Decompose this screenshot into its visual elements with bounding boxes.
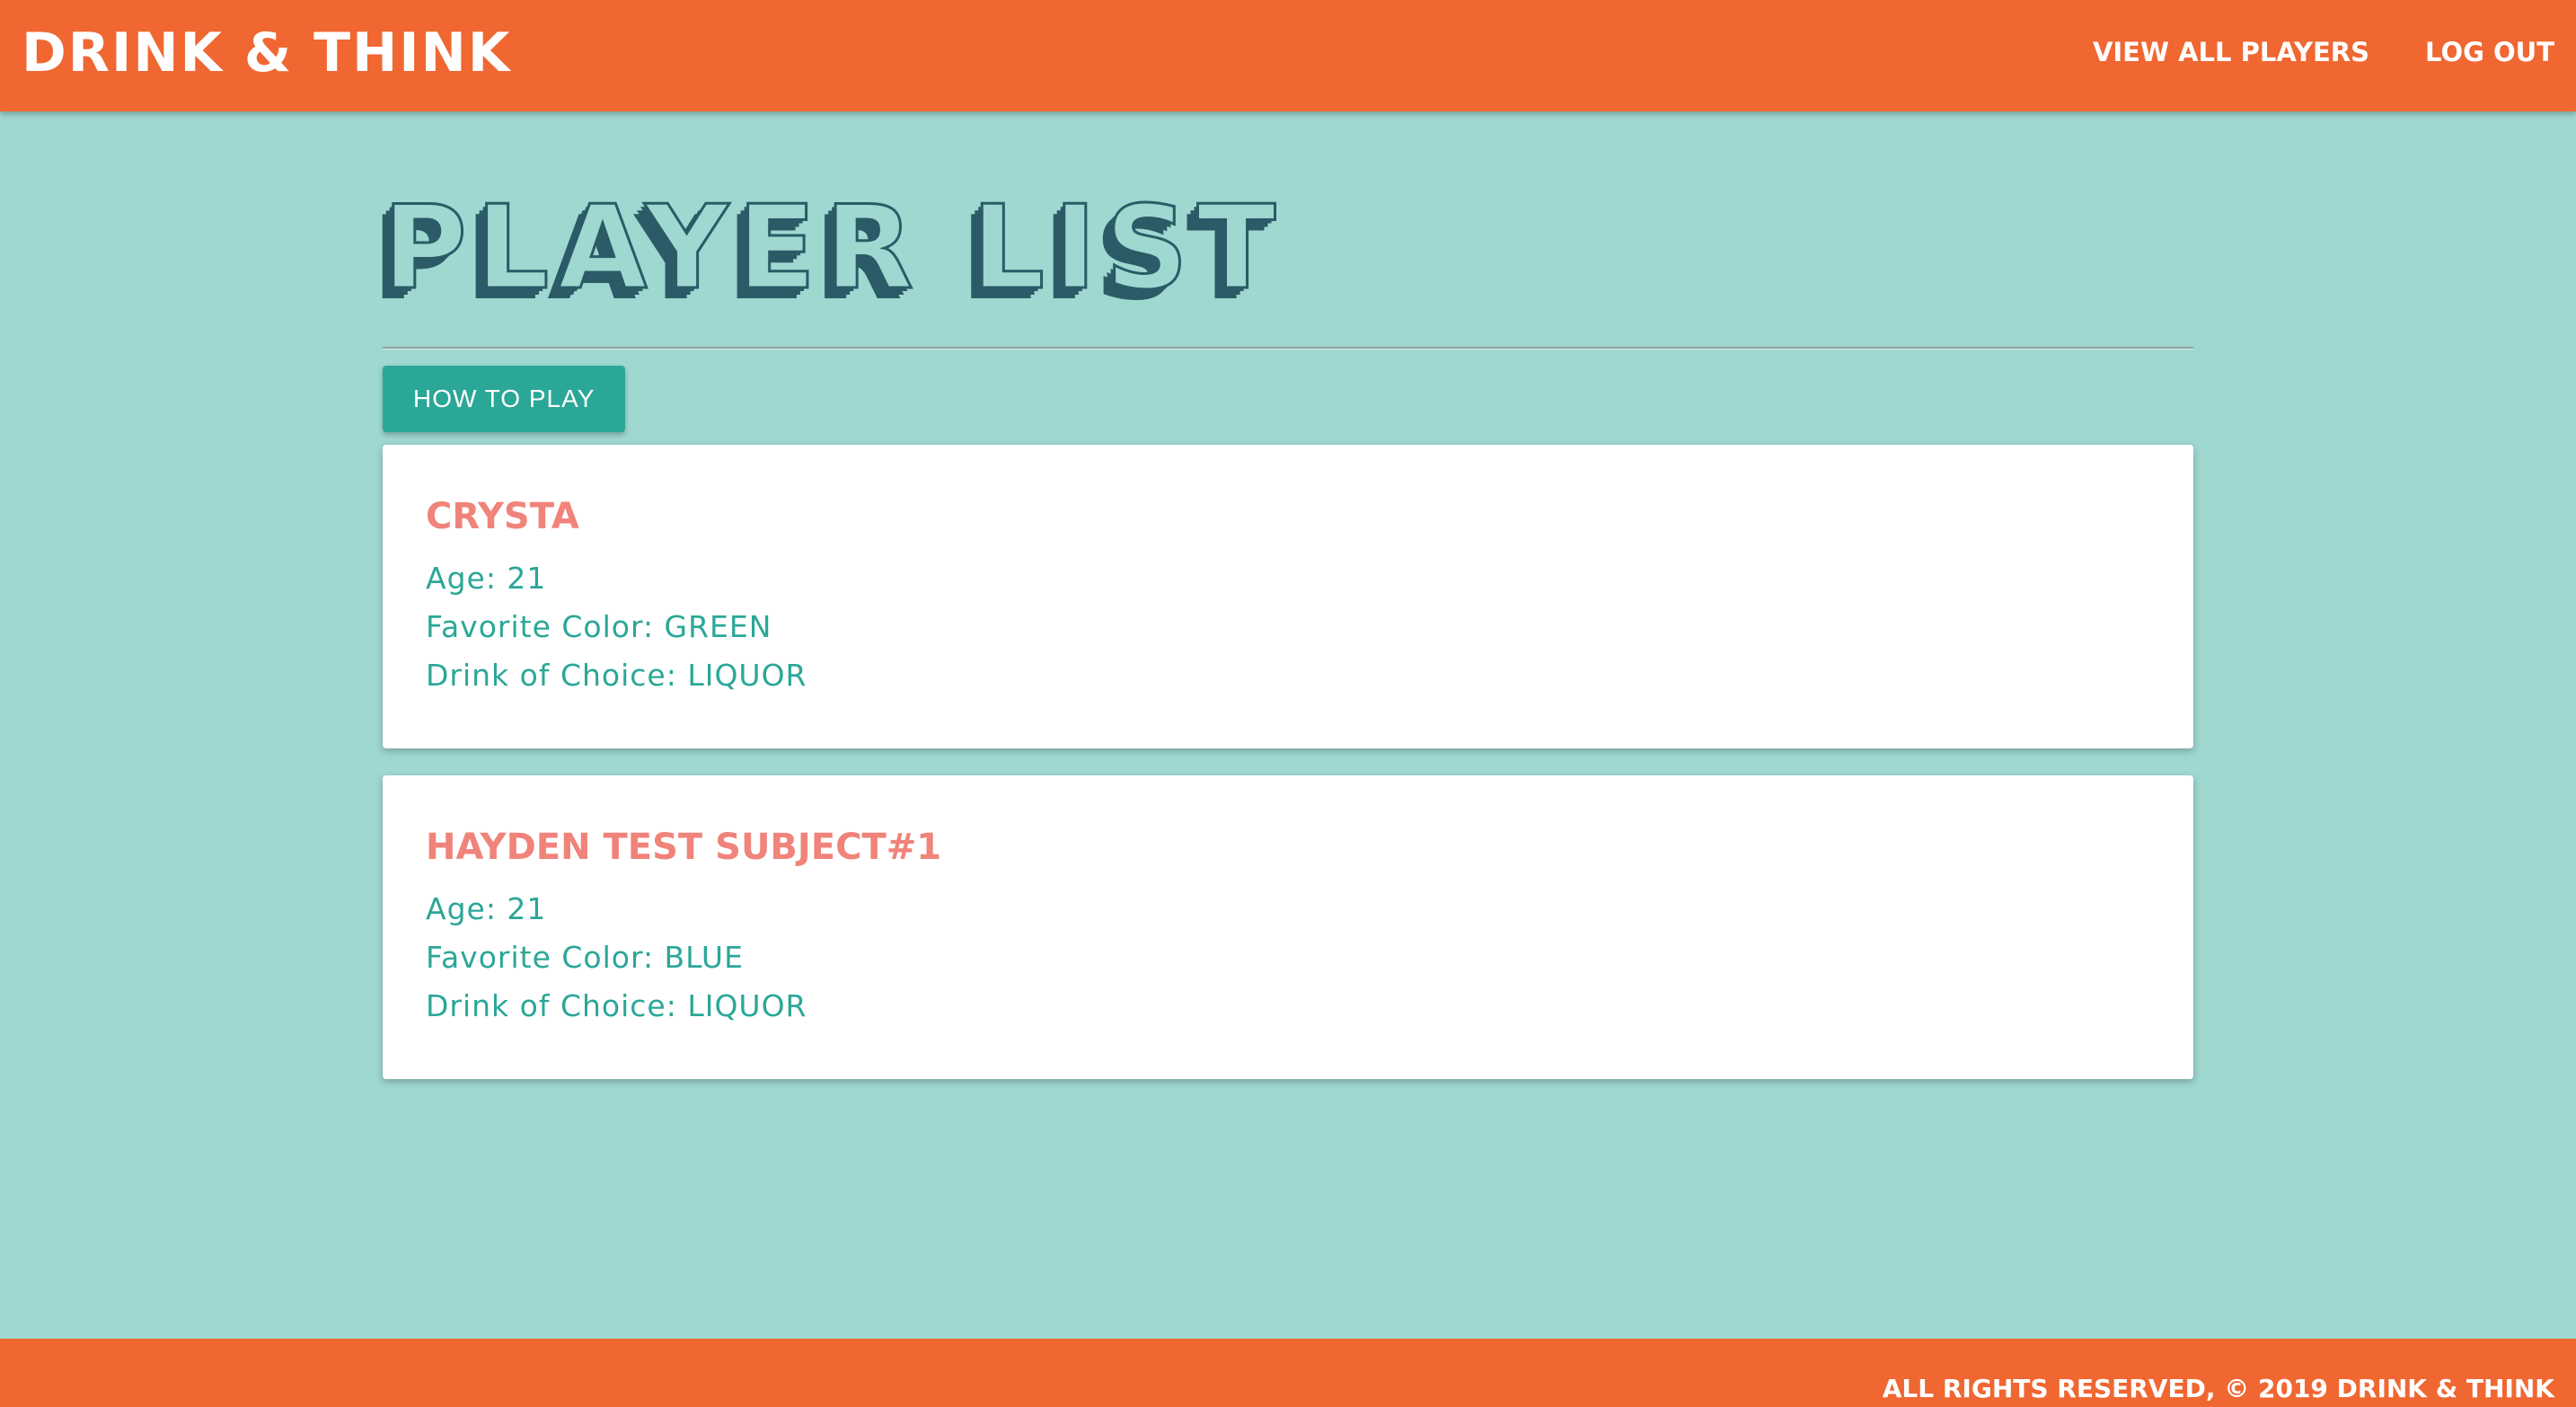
nav-links: View All Players Log Out [2093,36,2554,68]
brand-logo-link[interactable]: Drink & Think [22,22,511,84]
player-favorite-color: Favorite Color: BLUE [426,940,744,975]
player-age: Age: 21 [426,561,547,596]
footer: All Rights Reserved, © 2019 Drink & Thin… [0,1339,2576,1407]
player-name: Hayden Test Subject#1 [426,827,942,868]
player-drink-of-choice: Drink of Choice: LIQUOR [426,988,807,1023]
footer-copyright: All Rights Reserved, © 2019 Drink & Thin… [1882,1374,2554,1403]
page-title: Player List [382,181,1285,315]
title-divider [383,347,2193,350]
player-card: Hayden Test Subject#1 Age: 21 Favorite C… [383,775,2193,1079]
nav-log-out-link[interactable]: Log Out [2425,36,2554,68]
how-to-play-button[interactable]: How to Play [383,366,626,432]
navbar: Drink & Think View All Players Log Out [0,0,2576,111]
player-name: Crysta [426,496,579,537]
player-favorite-color: Favorite Color: GREEN [426,609,772,644]
nav-view-all-players-link[interactable]: View All Players [2093,36,2369,68]
player-drink-of-choice: Drink of Choice: LIQUOR [426,658,807,693]
player-card: Crysta Age: 21 Favorite Color: GREEN Dri… [383,445,2193,748]
player-age: Age: 21 [426,891,547,926]
main-content: Player List How to Play Crysta Age: 21 F… [382,111,2193,1079]
